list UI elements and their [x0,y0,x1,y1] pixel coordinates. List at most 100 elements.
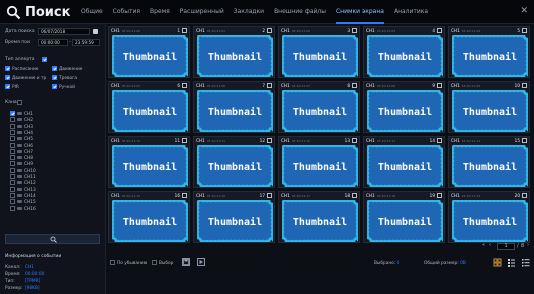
channel-checkbox[interactable] [10,123,15,129]
channel-checkbox[interactable] [10,174,15,179]
thumbnail-cell[interactable]: CH1 05:10:21:13 14 Thumbnail [363,136,445,188]
page-input[interactable]: 1 [497,243,515,250]
thumbnail-checkbox[interactable] [437,28,442,33]
channel-checkbox[interactable] [10,142,15,148]
time-start-input[interactable]: 00:00:00 [38,39,68,46]
thumbnail-checkbox[interactable] [182,138,187,143]
calendar-icon[interactable] [93,29,98,34]
tab-5[interactable]: Внешние файлы [274,0,326,24]
grid-view-icon[interactable] [493,258,502,267]
channel-checkbox[interactable] [10,180,15,186]
channel-item[interactable]: CH9 [10,161,33,167]
thumbnail-cell[interactable]: CH1 05:10:21:19 20 Thumbnail [448,191,530,243]
alarm-type-option[interactable]: Движение и тр [5,75,46,81]
channel-item[interactable]: CH12 [10,180,36,186]
thumbnail-cell[interactable]: CH1 05:10:21:03 4 Thumbnail [363,26,445,78]
close-icon[interactable]: ✕ [520,7,528,16]
channel-checkbox[interactable] [10,167,15,173]
alarm-type-checkbox[interactable] [52,75,57,80]
thumbnail-checkbox[interactable] [182,28,187,33]
channel-item[interactable]: CH14 [10,192,36,199]
thumbnail-cell[interactable]: CH1 05:10:21:09 10 Thumbnail [448,81,530,133]
channel-checkbox[interactable] [10,155,15,161]
select-option[interactable]: Выбор [152,260,173,266]
channel-item[interactable]: CH1 [10,111,33,117]
alarm-type-checkbox[interactable] [5,84,10,89]
channel-checkbox[interactable] [10,186,15,192]
tab-4[interactable]: Закладки [234,0,264,24]
thumbnail-checkbox[interactable] [267,193,272,198]
thumbnail-checkbox[interactable] [267,83,272,88]
thumbnail-checkbox[interactable] [352,28,357,33]
tab-7[interactable]: Аналитика [394,0,428,24]
thumbnail-cell[interactable]: CH1 05:10:21:05 6 Thumbnail [108,81,190,133]
channel-item[interactable]: CH2 [10,117,33,123]
thumbnail-checkbox[interactable] [182,193,187,198]
channel-all-checkbox[interactable] [17,100,22,105]
thumbnail-cell[interactable]: CH1 05:10:21:10 11 Thumbnail [108,136,190,188]
alarm-type-option[interactable]: Движение [52,66,82,72]
tab-0[interactable]: Общие [81,0,103,24]
select-checkbox[interactable] [152,260,157,265]
alarm-type-option[interactable]: Ручной [52,84,75,90]
channel-checkbox[interactable] [10,161,15,167]
save-icon[interactable] [182,258,190,266]
channel-checkbox[interactable] [10,111,15,116]
channel-item[interactable]: CH7 [10,148,33,155]
channel-checkbox[interactable] [10,129,15,135]
thumbnail-cell[interactable]: CH1 05:10:21:15 16 Thumbnail [108,191,190,243]
thumbnail-checkbox[interactable] [522,83,527,88]
tab-3[interactable]: Расширенный [180,0,224,24]
channel-item[interactable]: CH11 [10,174,36,180]
play-icon[interactable] [197,258,205,266]
list-view-icon[interactable] [521,258,530,267]
tile-list-view-icon[interactable] [507,258,516,267]
thumbnail-checkbox[interactable] [352,193,357,198]
thumbnail-cell[interactable]: CH1 05:10:21:12 13 Thumbnail [278,136,360,188]
alarm-type-option[interactable]: Расписание [5,66,38,72]
channel-item[interactable]: CH5 [10,136,33,142]
prev-page-icon[interactable]: ‹ [489,242,491,248]
thumbnail-checkbox[interactable] [267,28,272,33]
channel-item[interactable]: CH3 [10,123,33,130]
tab-2[interactable]: Время [150,0,170,24]
tab-6[interactable]: Снимки экрана [335,0,384,24]
alarm-type-checkbox[interactable] [5,75,10,80]
thumbnail-cell[interactable]: CH1 05:10:21:04 5 Thumbnail [448,26,530,78]
tab-1[interactable]: События [113,0,140,24]
channel-item[interactable]: CH4 [10,129,33,136]
channel-checkbox[interactable] [10,148,15,154]
time-end-input[interactable]: 23:59:59 [72,39,100,46]
sort-descending-checkbox[interactable] [110,260,115,265]
thumbnail-cell[interactable]: CH1 05:10:21:01 2 Thumbnail [193,26,275,78]
thumbnail-cell[interactable]: CH1 05:10:21:00 1 Thumbnail [108,26,190,78]
thumbnail-checkbox[interactable] [522,193,527,198]
channel-checkbox[interactable] [10,192,15,198]
alarm-type-option[interactable]: Тревога [52,75,77,81]
thumbnail-checkbox[interactable] [522,138,527,143]
thumbnail-checkbox[interactable] [522,28,527,33]
channel-item[interactable]: CH15 [10,199,36,205]
thumbnail-checkbox[interactable] [267,138,272,143]
channel-checkbox[interactable] [10,205,15,211]
channel-item[interactable]: CH6 [10,142,33,149]
alarm-type-all-checkbox[interactable] [42,57,47,62]
first-page-icon[interactable]: « [482,242,485,248]
thumbnail-cell[interactable]: CH1 05:10:21:11 12 Thumbnail [193,136,275,188]
thumbnail-checkbox[interactable] [352,138,357,143]
thumbnail-checkbox[interactable] [437,83,442,88]
thumbnail-cell[interactable]: CH1 05:10:21:18 19 Thumbnail [363,191,445,243]
channel-item[interactable]: CH8 [10,155,33,161]
alarm-type-option[interactable]: PIR [5,84,19,90]
alarm-type-checkbox[interactable] [5,66,10,71]
channel-checkbox[interactable] [10,117,15,123]
thumbnail-checkbox[interactable] [437,193,442,198]
channel-item[interactable]: CH16 [10,205,36,212]
thumbnail-cell[interactable]: CH1 05:10:21:17 18 Thumbnail [278,191,360,243]
thumbnail-cell[interactable]: CH1 05:10:21:08 9 Thumbnail [363,81,445,133]
thumbnail-checkbox[interactable] [182,83,187,88]
thumbnail-cell[interactable]: CH1 05:10:21:02 3 Thumbnail [278,26,360,78]
search-button[interactable] [5,234,100,244]
sort-descending-option[interactable]: По убыванию [110,260,147,266]
thumbnail-checkbox[interactable] [352,83,357,88]
